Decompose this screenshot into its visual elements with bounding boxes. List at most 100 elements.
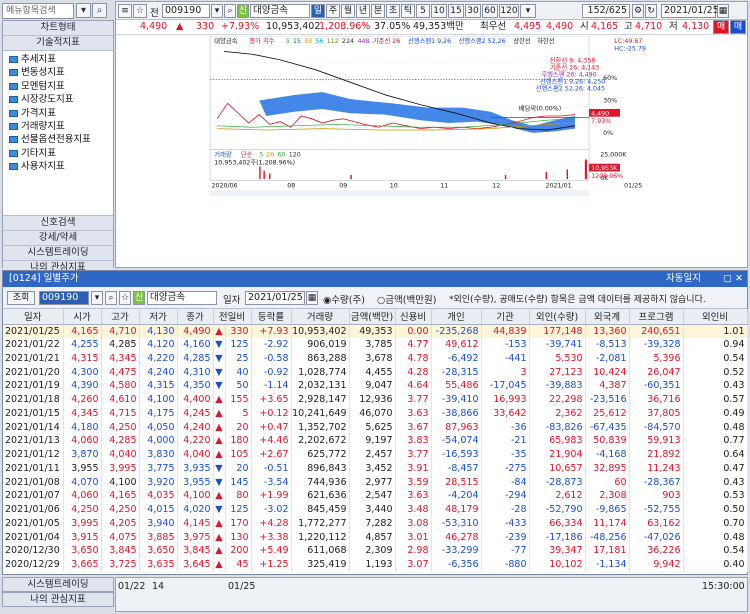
interval-120[interactable]: 120 bbox=[499, 4, 519, 18]
star-icon[interactable]: ☆ bbox=[119, 291, 131, 305]
tree-item[interactable]: 거래량지표 bbox=[3, 120, 113, 133]
table-cell: -36 bbox=[481, 420, 530, 434]
column-header[interactable]: 외인비 bbox=[683, 309, 748, 325]
settings-icon[interactable]: ⚙ bbox=[632, 4, 644, 18]
table-row[interactable]: 2021/01/05 3,995 4,205 3,940 4,145 ▲ 170 +4.28 1… bbox=[3, 516, 748, 531]
column-header[interactable]: 종가 bbox=[177, 309, 214, 325]
interval-30[interactable]: 30 bbox=[465, 4, 481, 18]
column-header[interactable]: 프로그램 bbox=[629, 309, 684, 325]
column-header[interactable]: 거래량 bbox=[291, 309, 350, 325]
table-row[interactable]: 2020/12/29 3,665 3,725 3,635 3,645 ▲ 45 +1.25 32… bbox=[3, 557, 748, 572]
table-cell: -35 bbox=[481, 447, 530, 462]
tree-item[interactable]: 선물옵션전용지표 bbox=[3, 133, 113, 146]
column-header[interactable]: 시가 bbox=[63, 309, 102, 325]
close-icon[interactable]: ▢ ✕ bbox=[723, 271, 743, 286]
radio-quantity[interactable]: ◉수량(주) bbox=[323, 292, 365, 306]
table-row[interactable]: 2021/01/06 4,250 4,250 4,015 4,020 ▼ 125 -3.02 8… bbox=[3, 502, 748, 517]
calendar-icon[interactable]: ▦ bbox=[717, 4, 729, 18]
refresh-icon[interactable]: ↻ bbox=[645, 4, 657, 18]
period-year[interactable]: 년 bbox=[356, 4, 370, 18]
column-header[interactable]: 고가 bbox=[101, 309, 140, 325]
system-trading-button[interactable]: 시스템트레이딩 bbox=[3, 246, 113, 261]
table-row[interactable]: 2021/01/13 4,060 4,285 4,000 4,220 ▲ 180 +4.46 2… bbox=[3, 434, 748, 448]
tree-item[interactable]: 모멘텀지표 bbox=[3, 80, 113, 93]
tree-item[interactable]: 사용자지표 bbox=[3, 160, 113, 173]
table-row[interactable]: 2021/01/20 4,300 4,475 4,240 4,310 ▼ 40 -0.92 1,… bbox=[3, 365, 748, 379]
table-cell: 170 bbox=[225, 516, 252, 531]
period-week[interactable]: 주 bbox=[326, 4, 340, 18]
menu-search-input[interactable]: 메뉴항목검색 bbox=[2, 3, 74, 19]
table-row[interactable]: 2021/01/22 4,255 4,285 4,120 4,160 ▼ 125 -2.92 9… bbox=[3, 337, 748, 352]
tree-item[interactable]: 변동성지표 bbox=[3, 66, 113, 79]
system-trading-button[interactable]: 시스템트레이딩 bbox=[2, 577, 114, 592]
period-day[interactable]: 일 bbox=[311, 4, 325, 18]
up-arrow-icon: ▲ bbox=[176, 21, 184, 32]
table-cell: -33,299 bbox=[431, 544, 482, 558]
interval-15[interactable]: 15 bbox=[448, 4, 464, 18]
query-button[interactable]: 조회 bbox=[7, 291, 35, 305]
column-header[interactable]: 외인(수량) bbox=[529, 309, 586, 325]
table-cell: 1,193 bbox=[349, 557, 396, 572]
price-chart[interactable]: 대양금속 종가 지수 5 15 33 56 112 224 448 기준선 26… bbox=[116, 36, 747, 196]
auto-journal-button[interactable]: 자동일지 bbox=[666, 271, 701, 286]
table-row[interactable]: 2020/12/30 3,650 3,845 3,650 3,845 ▲ 200 +5.49 6… bbox=[3, 544, 748, 558]
buy-button[interactable]: 매수 bbox=[713, 20, 729, 44]
dropdown-icon[interactable]: ▾ bbox=[91, 291, 103, 305]
chevron-down-icon[interactable]: ▾ bbox=[520, 4, 536, 18]
tree-item[interactable]: 추세지표 bbox=[3, 53, 113, 66]
tree-item[interactable]: 가격지표 bbox=[3, 107, 113, 120]
search-icon[interactable]: ⌕ bbox=[92, 3, 107, 18]
tree-item[interactable]: 기타지표 bbox=[3, 147, 113, 160]
dropdown-icon[interactable]: ▾ bbox=[211, 4, 223, 18]
code-input[interactable]: 009190 bbox=[39, 291, 89, 305]
column-header[interactable]: 기관 bbox=[481, 309, 530, 325]
column-header[interactable]: 개인 bbox=[431, 309, 482, 325]
table-row[interactable]: 2021/01/19 4,390 4,580 4,315 4,350 ▼ 50 -1.14 2,… bbox=[3, 379, 748, 393]
dropdown-icon[interactable]: ▾ bbox=[76, 3, 91, 18]
period-month[interactable]: 월 bbox=[341, 4, 355, 18]
period-second[interactable]: 초 bbox=[386, 4, 400, 18]
date-field[interactable]: 2021/01/25 bbox=[661, 4, 719, 18]
search-icon[interactable]: ⌕ bbox=[105, 291, 117, 305]
column-header[interactable]: 일자 bbox=[3, 309, 64, 325]
interval-60[interactable]: 60 bbox=[482, 4, 498, 18]
period-tick[interactable]: 틱 bbox=[401, 4, 415, 18]
table-row[interactable]: 2021/01/11 3,955 3,995 3,775 3,935 ▼ 20 -0.51 89… bbox=[3, 461, 748, 476]
my-indicator-button[interactable]: 나의 관심지표 bbox=[2, 592, 114, 607]
sell-button[interactable]: 매도 bbox=[730, 20, 746, 44]
table-cell: 4,490 bbox=[177, 324, 214, 338]
table-row[interactable]: 2021/01/15 4,345 4,715 4,175 4,245 ▲ 5 +0.12 10,… bbox=[3, 406, 748, 421]
column-header[interactable]: 신용비 bbox=[395, 309, 432, 325]
radio-amount[interactable]: ○금액(백만원) bbox=[377, 292, 436, 306]
column-header[interactable]: 저가 bbox=[139, 309, 178, 325]
calendar-icon[interactable]: ▦ bbox=[306, 291, 318, 305]
table-row[interactable]: 2021/01/25 4,165 4,710 4,130 4,490 ▲ 330 +7.93 1… bbox=[3, 324, 748, 338]
tree-item[interactable]: 시장강도지표 bbox=[3, 93, 113, 106]
date-input[interactable]: 2021/01/25 bbox=[245, 291, 305, 305]
table-cell: 621,636 bbox=[291, 489, 350, 503]
column-header[interactable]: 등락률 bbox=[251, 309, 292, 325]
table-row[interactable]: 2021/01/18 4,260 4,610 4,100 4,400 ▲ 155 +3.65 2… bbox=[3, 392, 748, 407]
column-header[interactable]: 전일비 bbox=[213, 309, 252, 325]
period-minute[interactable]: 분 bbox=[371, 4, 385, 18]
interval-10[interactable]: 10 bbox=[431, 4, 447, 18]
table-row[interactable]: 2021/01/08 4,070 4,100 3,920 3,955 ▼ 145 -3.54 7… bbox=[3, 475, 748, 489]
column-header[interactable]: 외국계 bbox=[585, 309, 630, 325]
column-header[interactable]: 금액(백만) bbox=[349, 309, 396, 325]
search-icon[interactable]: ⌕ bbox=[224, 4, 236, 18]
signal-search-button[interactable]: 신호검색 bbox=[3, 216, 113, 231]
table-row[interactable]: 2021/01/04 3,915 4,075 3,885 3,975 ▲ 130 +3.38 1… bbox=[3, 530, 748, 544]
chart-type-button[interactable]: 차트형태 bbox=[3, 21, 113, 36]
strength-button[interactable]: 강세/약세 bbox=[3, 231, 113, 246]
interval-5[interactable]: 5 bbox=[416, 4, 430, 18]
table-row[interactable]: 2021/01/21 4,315 4,345 4,220 4,285 ▼ 25 -0.58 86… bbox=[3, 351, 748, 366]
table-cell: +1.25 bbox=[251, 557, 292, 572]
table-cell: -2,081 bbox=[585, 351, 630, 366]
star-icon[interactable]: ☆ bbox=[133, 4, 147, 18]
table-row[interactable]: 2021/01/12 3,870 4,040 3,830 4,040 ▲ 105 +2.67 6… bbox=[3, 447, 748, 462]
table-row[interactable]: 2021/01/14 4,180 4,250 4,050 4,240 ▲ 20 +0.47 1,… bbox=[3, 420, 748, 434]
menu-icon[interactable]: ≡ bbox=[118, 4, 132, 18]
technical-indicator-tab[interactable]: 기술적지표 bbox=[3, 36, 113, 51]
table-row[interactable]: 2021/01/07 4,060 4,165 4,035 4,100 ▲ 80 +1.99 62… bbox=[3, 489, 748, 503]
stock-code-input[interactable]: 009190 bbox=[162, 4, 210, 18]
